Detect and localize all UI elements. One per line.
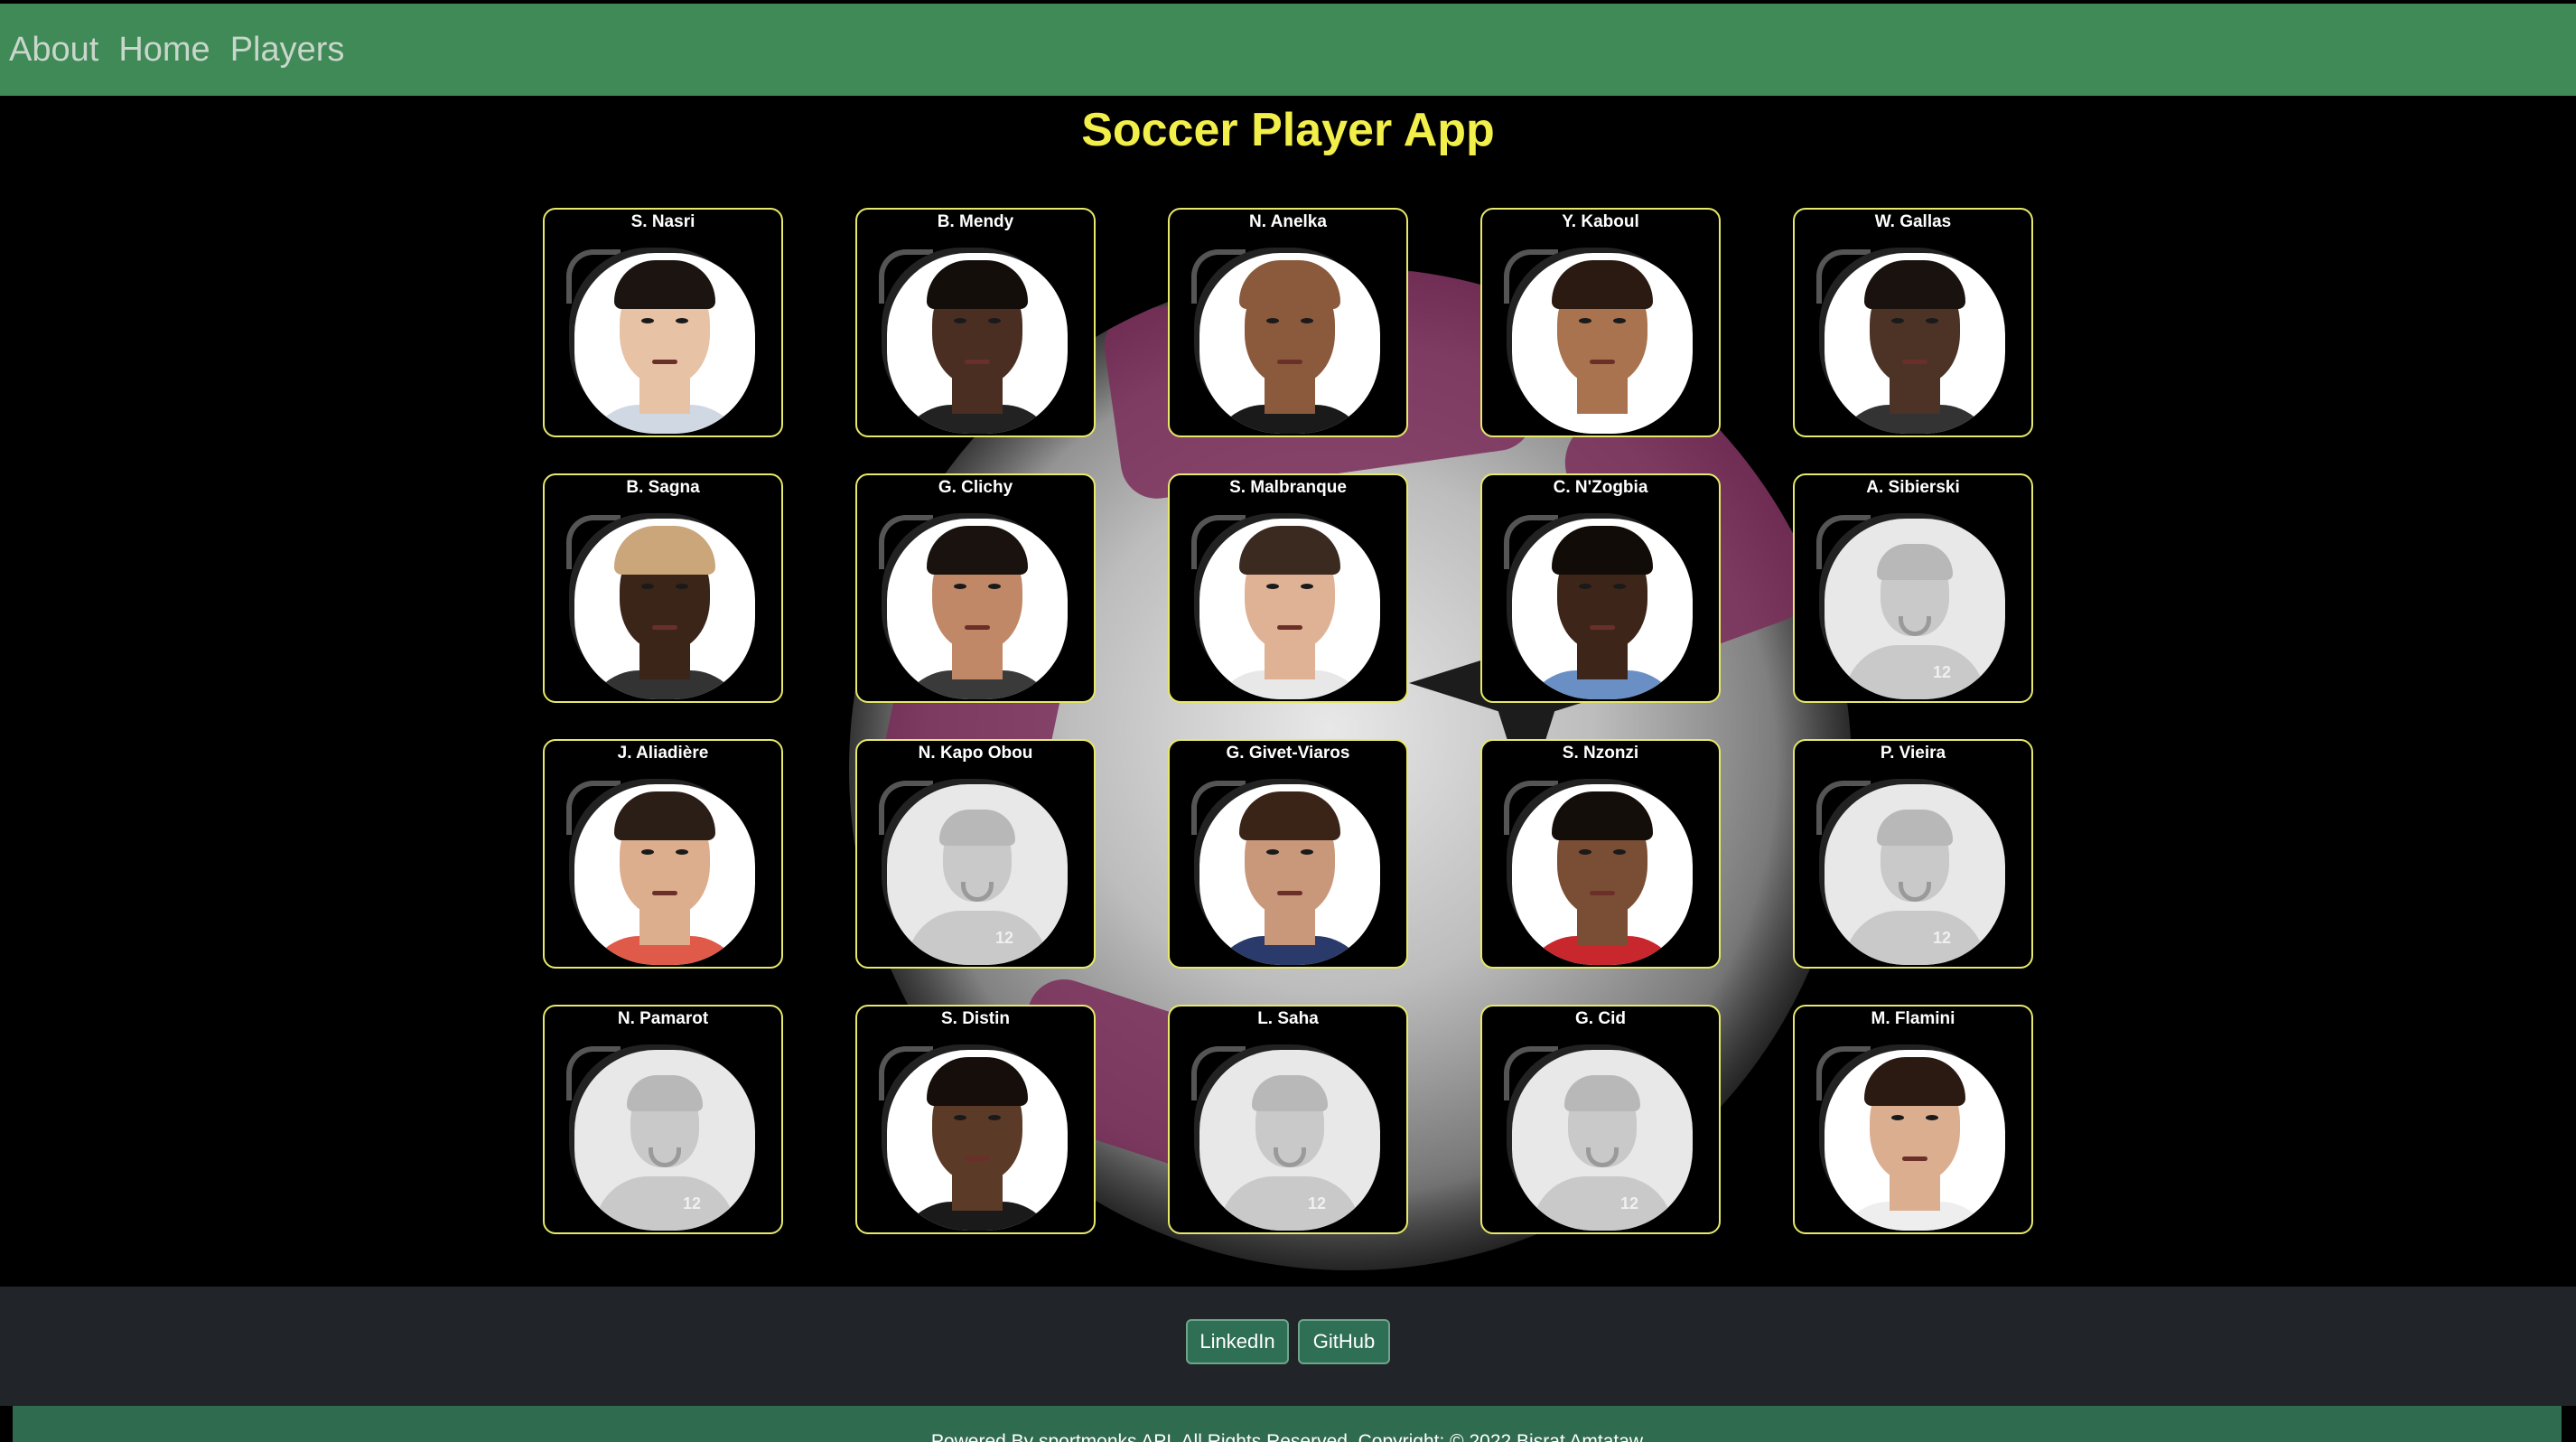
player-placeholder-avatar: 12 <box>1512 1050 1693 1231</box>
player-card[interactable]: G. Cid 12 <box>1480 1005 1721 1234</box>
player-photo <box>1199 253 1380 434</box>
player-photo <box>887 1050 1068 1231</box>
player-card[interactable]: N. Kapo Obou 12 <box>855 739 1096 969</box>
player-card[interactable]: J. Aliadière <box>543 739 783 969</box>
player-placeholder-avatar: 12 <box>1825 784 2005 965</box>
players-section: Soccer Player App S. Nasri B. Mendy N. Ane… <box>0 96 2576 1287</box>
player-placeholder-avatar: 12 <box>574 1050 755 1231</box>
player-card[interactable]: C. N'Zogbia <box>1480 473 1721 703</box>
player-photo <box>1512 253 1693 434</box>
player-card[interactable]: Y. Kaboul <box>1480 208 1721 437</box>
nav-link-about[interactable]: About <box>9 31 98 70</box>
jersey-number: 12 <box>1933 929 1952 947</box>
linkedin-button[interactable]: LinkedIn <box>1186 1319 1289 1364</box>
player-name: N. Anelka <box>1249 212 1327 231</box>
player-name: C. N'Zogbia <box>1553 478 1648 497</box>
top-navbar: About Home Players <box>0 4 2576 96</box>
player-card[interactable]: P. Vieira 12 <box>1793 739 2033 969</box>
player-name: S. Distin <box>940 1009 1010 1028</box>
player-photo <box>574 784 755 965</box>
player-name: S. Malbranque <box>1229 478 1347 497</box>
player-grid: S. Nasri B. Mendy N. Anelka Y. Kaboul W. Gal… <box>543 208 2033 1234</box>
player-name: L. Saha <box>1257 1009 1319 1028</box>
player-photo <box>1199 519 1380 699</box>
player-name: B. Mendy <box>937 212 1014 231</box>
player-photo <box>887 253 1068 434</box>
player-card[interactable]: S. Malbranque <box>1168 473 1408 703</box>
player-card[interactable]: W. Gallas <box>1793 208 2033 437</box>
nav-link-home[interactable]: Home <box>118 31 210 70</box>
player-card[interactable]: S. Nzonzi <box>1480 739 1721 969</box>
footer: LinkedIn GitHub <box>0 1287 2576 1406</box>
player-name: N. Kapo Obou <box>918 744 1033 763</box>
player-card[interactable]: S. Distin <box>855 1005 1096 1234</box>
github-button[interactable]: GitHub <box>1298 1319 1390 1364</box>
player-card[interactable]: B. Mendy <box>855 208 1096 437</box>
player-card[interactable]: G. Clichy <box>855 473 1096 703</box>
player-card[interactable]: S. Nasri <box>543 208 783 437</box>
player-photo <box>574 519 755 699</box>
player-card[interactable]: N. Pamarot 12 <box>543 1005 783 1234</box>
player-placeholder-avatar: 12 <box>1199 1050 1380 1231</box>
jersey-number: 12 <box>1620 1194 1639 1213</box>
player-photo <box>887 519 1068 699</box>
player-name: A. Sibierski <box>1866 478 1960 497</box>
jersey-number: 12 <box>683 1194 702 1213</box>
player-photo <box>1512 784 1693 965</box>
player-name: W. Gallas <box>1874 212 1952 231</box>
player-photo <box>1825 253 2005 434</box>
player-card[interactable]: B. Sagna <box>543 473 783 703</box>
player-name: G. Givet-Viaros <box>1226 744 1350 763</box>
jersey-number: 12 <box>995 929 1014 947</box>
player-name: S. Nzonzi <box>1562 744 1639 763</box>
player-photo <box>1199 784 1380 965</box>
player-photo <box>574 253 755 434</box>
player-card[interactable]: G. Givet-Viaros <box>1168 739 1408 969</box>
player-card[interactable]: A. Sibierski 12 <box>1793 473 2033 703</box>
player-card[interactable]: L. Saha 12 <box>1168 1005 1408 1234</box>
page-title: Soccer Player App <box>1081 104 1495 156</box>
player-name: Y. Kaboul <box>1562 212 1639 231</box>
player-photo <box>1825 1050 2005 1231</box>
jersey-number: 12 <box>1933 663 1952 681</box>
nav-link-players[interactable]: Players <box>230 31 345 70</box>
player-photo <box>1512 519 1693 699</box>
player-name: G. Cid <box>1575 1009 1626 1028</box>
copyright-bar: Powered By sportmonks API. All Rights Re… <box>13 1406 2562 1442</box>
player-name: S. Nasri <box>630 212 695 231</box>
player-name: M. Flamini <box>1871 1009 1955 1028</box>
player-name: P. Vieira <box>1880 744 1946 763</box>
player-name: G. Clichy <box>938 478 1013 497</box>
player-card[interactable]: M. Flamini <box>1793 1005 2033 1234</box>
player-placeholder-avatar: 12 <box>887 784 1068 965</box>
player-name: J. Aliadière <box>617 744 709 763</box>
player-placeholder-avatar: 12 <box>1825 519 2005 699</box>
copyright-text: Powered By sportmonks API. All Rights Re… <box>930 1431 1644 1442</box>
jersey-number: 12 <box>1308 1194 1327 1213</box>
player-name: N. Pamarot <box>617 1009 709 1028</box>
player-name: B. Sagna <box>626 478 700 497</box>
player-card[interactable]: N. Anelka <box>1168 208 1408 437</box>
